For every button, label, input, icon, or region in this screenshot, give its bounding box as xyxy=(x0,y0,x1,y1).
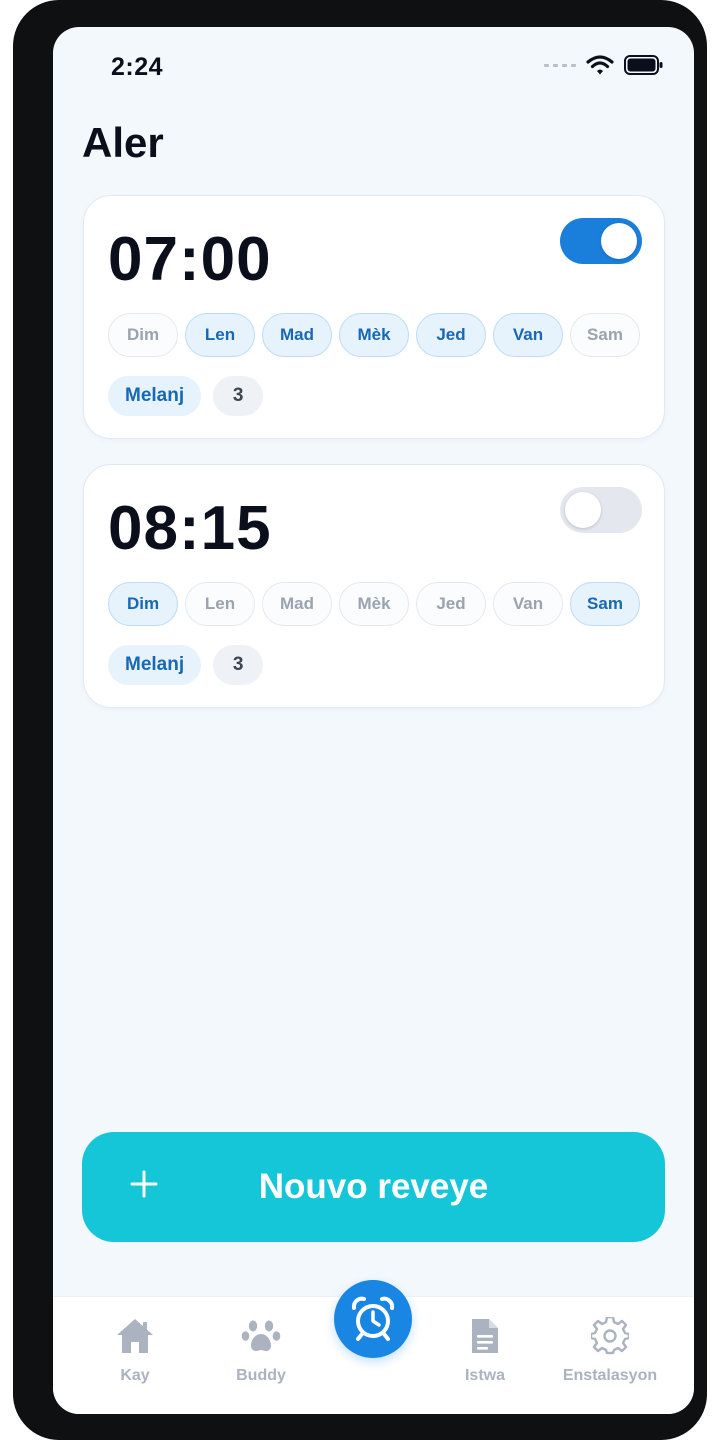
tab-alarm[interactable] xyxy=(334,1280,412,1358)
paw-icon xyxy=(241,1320,281,1352)
day-chip-van[interactable]: Van xyxy=(493,313,563,357)
home-icon xyxy=(117,1319,153,1353)
sound-badge: Melanj xyxy=(108,376,202,416)
sound-badge: Melanj xyxy=(108,645,202,685)
document-icon xyxy=(472,1319,498,1353)
page-title: Aler xyxy=(82,119,164,166)
new-alarm-button[interactable]: Nouvo reveye xyxy=(82,1132,665,1242)
battery-icon xyxy=(624,55,663,75)
day-chip-sam[interactable]: Sam xyxy=(570,313,640,357)
weekday-selector: Dim Len Mad Mèk Jed Van Sam xyxy=(108,313,640,357)
tab-label: Buddy xyxy=(236,1367,286,1384)
tab-label: Kay xyxy=(120,1367,150,1384)
alarm-time: 07:00 xyxy=(108,225,272,294)
count-badge: 3 xyxy=(213,645,264,685)
alarm-tags: Melanj 3 xyxy=(108,376,264,416)
tab-kay[interactable]: Kay xyxy=(70,1315,200,1385)
day-chip-dim[interactable]: Dim xyxy=(108,582,178,626)
count-badge: 3 xyxy=(213,376,264,416)
day-chip-jed[interactable]: Jed xyxy=(416,313,486,357)
alarm-tags: Melanj 3 xyxy=(108,645,264,685)
wifi-icon xyxy=(586,55,614,75)
status-time: 2:24 xyxy=(111,53,164,81)
alarm-enabled-toggle[interactable] xyxy=(560,487,642,533)
tab-label: Enstalasyon xyxy=(562,1367,658,1384)
status-icons xyxy=(544,54,664,76)
device-frame: 2:24 Aler 07:00 Dim Len Mad Mèk Jed Van … xyxy=(13,0,707,1440)
alarm-card[interactable]: 07:00 Dim Len Mad Mèk Jed Van Sam Melanj… xyxy=(83,195,665,439)
day-chip-len[interactable]: Len xyxy=(185,313,255,357)
tab-istwa[interactable]: Istwa xyxy=(420,1315,550,1385)
day-chip-len[interactable]: Len xyxy=(185,582,255,626)
day-chip-mek[interactable]: Mèk xyxy=(339,313,409,357)
alarm-enabled-toggle[interactable] xyxy=(560,218,642,264)
gear-icon xyxy=(591,1317,629,1355)
day-chip-mad[interactable]: Mad xyxy=(262,313,332,357)
alarm-card[interactable]: 08:15 Dim Len Mad Mèk Jed Van Sam Melanj… xyxy=(83,464,665,708)
alarm-time: 08:15 xyxy=(108,494,272,563)
day-chip-mek[interactable]: Mèk xyxy=(339,582,409,626)
weekday-selector: Dim Len Mad Mèk Jed Van Sam xyxy=(108,582,640,626)
day-chip-van[interactable]: Van xyxy=(493,582,563,626)
day-chip-sam[interactable]: Sam xyxy=(570,582,640,626)
tab-label: Istwa xyxy=(464,1367,505,1384)
tab-enstalasyon[interactable]: Enstalasyon xyxy=(545,1315,675,1385)
tab-buddy[interactable]: Buddy xyxy=(196,1315,326,1385)
day-chip-dim[interactable]: Dim xyxy=(108,313,178,357)
app-screen: 2:24 Aler 07:00 Dim Len Mad Mèk Jed Van … xyxy=(53,27,694,1414)
day-chip-mad[interactable]: Mad xyxy=(262,582,332,626)
alarm-clock-icon xyxy=(351,1296,395,1341)
new-alarm-label: Nouvo reveye xyxy=(258,1167,489,1206)
cellular-signal-icon xyxy=(544,63,576,67)
day-chip-jed[interactable]: Jed xyxy=(416,582,486,626)
